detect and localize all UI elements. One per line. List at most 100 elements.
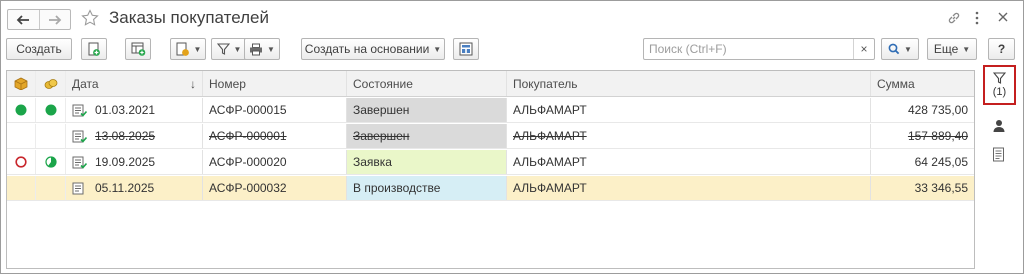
posted-status-cell bbox=[7, 150, 36, 174]
status-partial-green-icon bbox=[44, 156, 57, 168]
header-state[interactable]: Состояние bbox=[347, 71, 507, 96]
header-date[interactable]: Дата ↓ bbox=[66, 71, 203, 96]
create-based-on-button[interactable]: Создать на основании ▼ bbox=[301, 38, 445, 60]
header-sum-label: Сумма bbox=[877, 76, 915, 91]
posted-status-cell bbox=[7, 98, 36, 122]
posted-status-cell bbox=[7, 176, 36, 200]
search-input[interactable] bbox=[644, 39, 854, 59]
user-icon[interactable] bbox=[992, 119, 1006, 133]
help-button-label: ? bbox=[997, 42, 1006, 56]
table-header: Дата ↓ Номер Состояние Покупатель Сумма bbox=[7, 71, 974, 97]
more-button[interactable]: Еще ▼ bbox=[927, 38, 977, 60]
orders-table: Дата ↓ Номер Состояние Покупатель Сумма bbox=[6, 70, 975, 269]
title-bar: Заказы покупателей bbox=[1, 1, 1023, 35]
chevron-down-icon: ▼ bbox=[904, 44, 912, 54]
chevron-down-icon: ▼ bbox=[233, 44, 242, 54]
print-menu-button[interactable]: ▼ bbox=[244, 38, 280, 60]
more-vertical-icon[interactable] bbox=[975, 11, 979, 25]
state-cell: Заявка bbox=[347, 150, 507, 174]
chevron-down-icon: ▼ bbox=[433, 44, 442, 54]
forward-button[interactable] bbox=[38, 10, 71, 29]
date-cell: 01.03.2021 bbox=[66, 98, 203, 122]
table-row[interactable]: 01.03.2021 АСФР-000015 Завершен АЛЬФАМАР… bbox=[7, 98, 974, 123]
chevron-down-icon: ▼ bbox=[193, 44, 202, 54]
header-number[interactable]: Номер bbox=[203, 71, 347, 96]
number-cell: АСФР-000015 bbox=[203, 98, 347, 122]
date-text: 19.09.2025 bbox=[95, 155, 156, 169]
link-icon[interactable] bbox=[947, 11, 961, 25]
copy-document-icon bbox=[88, 42, 100, 56]
chevron-down-icon: ▼ bbox=[267, 44, 275, 54]
command-bar: Создать ▼ ▼ ▼ Создать на основании ▼ Пои… bbox=[1, 38, 1023, 62]
header-state-label: Состояние bbox=[353, 76, 413, 91]
number-text: АСФР-000015 bbox=[209, 103, 287, 117]
table-row-selected[interactable]: 05.11.2025 АСФР-000032 В производстве АЛ… bbox=[7, 176, 974, 201]
close-icon[interactable] bbox=[997, 11, 1009, 23]
date-cell: 05.11.2025 bbox=[66, 176, 203, 200]
help-button[interactable]: ? bbox=[988, 38, 1015, 60]
search-clear-button[interactable]: × bbox=[853, 39, 874, 59]
chevron-down-icon: ▼ bbox=[962, 44, 971, 54]
sort-descending-icon: ↓ bbox=[190, 76, 196, 91]
number-text: АСФР-000020 bbox=[209, 155, 287, 169]
filter-panel-button[interactable]: (1) bbox=[983, 65, 1016, 105]
table-row[interactable]: 19.09.2025 АСФР-000020 Заявка АЛЬФАМАРТ … bbox=[7, 150, 974, 175]
filter-icon bbox=[993, 72, 1006, 84]
state-text: В производстве bbox=[353, 181, 441, 195]
filter-menu-button[interactable]: ▼ bbox=[211, 38, 247, 60]
payment-status-cell bbox=[36, 150, 66, 174]
sum-text: 157 889,40 bbox=[907, 129, 968, 143]
table-row[interactable]: 13.08.2025 АСФР-000001 Завершен АЛЬФАМАР… bbox=[7, 124, 974, 149]
box-icon bbox=[14, 77, 28, 90]
number-cell: АСФР-000032 bbox=[203, 176, 347, 200]
status-dot-green-icon bbox=[15, 104, 27, 116]
sum-cell: 64 245,05 bbox=[871, 150, 974, 174]
header-payment-column[interactable] bbox=[36, 71, 66, 96]
sum-text: 33 346,55 bbox=[914, 181, 968, 195]
date-text: 05.11.2025 bbox=[95, 181, 155, 195]
search-options-button[interactable]: ▼ bbox=[881, 38, 919, 60]
add-table-button[interactable] bbox=[125, 38, 151, 60]
number-text: АСФР-000001 bbox=[209, 129, 287, 143]
sum-cell: 33 346,55 bbox=[871, 176, 974, 200]
filter-count: (1) bbox=[992, 86, 1007, 98]
hierarchy-icon bbox=[459, 42, 473, 56]
copy-button[interactable] bbox=[81, 38, 107, 60]
date-cell: 19.09.2025 bbox=[66, 150, 203, 174]
arrow-left-icon bbox=[16, 14, 30, 25]
date-text: 13.08.2025 bbox=[95, 129, 156, 143]
create-button[interactable]: Создать bbox=[6, 38, 72, 60]
status-dot-green-icon bbox=[45, 104, 56, 116]
document-list-icon[interactable] bbox=[992, 147, 1005, 162]
printer-icon bbox=[250, 43, 263, 55]
status-ring-red-icon bbox=[15, 156, 27, 168]
state-cell: Завершен bbox=[347, 98, 507, 122]
app-window: Заказы покупателей Создать ▼ ▼ ▼ Создать… bbox=[0, 0, 1024, 274]
state-cell: Завершен bbox=[347, 124, 507, 148]
header-customer[interactable]: Покупатель bbox=[507, 71, 871, 96]
coins-icon bbox=[44, 78, 57, 89]
sum-text: 428 735,00 bbox=[907, 103, 968, 117]
customer-text: АЛЬФАМАРТ bbox=[513, 155, 587, 169]
document-sync-icon bbox=[176, 42, 189, 56]
nav-group bbox=[7, 9, 71, 30]
posted-document-icon bbox=[72, 104, 87, 117]
create-based-on-label: Создать на основании bbox=[304, 42, 430, 56]
date-text: 01.03.2021 bbox=[95, 103, 156, 117]
date-cell: 13.08.2025 bbox=[66, 124, 203, 148]
header-posted-column[interactable] bbox=[7, 71, 36, 96]
customer-cell: АЛЬФАМАРТ bbox=[507, 176, 871, 200]
clear-icon: × bbox=[860, 42, 868, 56]
customer-text: АЛЬФАМАРТ bbox=[513, 181, 587, 195]
header-sum[interactable]: Сумма bbox=[871, 71, 974, 96]
favorite-star-icon[interactable] bbox=[81, 9, 99, 27]
number-text: АСФР-000032 bbox=[209, 181, 287, 195]
deleted-document-icon bbox=[72, 130, 87, 143]
filter-icon bbox=[216, 43, 230, 55]
state-cell: В производстве bbox=[347, 176, 507, 200]
state-text: Завершен bbox=[353, 103, 410, 117]
document-menu-button[interactable]: ▼ bbox=[170, 38, 206, 60]
back-button[interactable] bbox=[8, 10, 39, 29]
structure-button[interactable] bbox=[453, 38, 479, 60]
posted-document-icon bbox=[72, 156, 87, 169]
